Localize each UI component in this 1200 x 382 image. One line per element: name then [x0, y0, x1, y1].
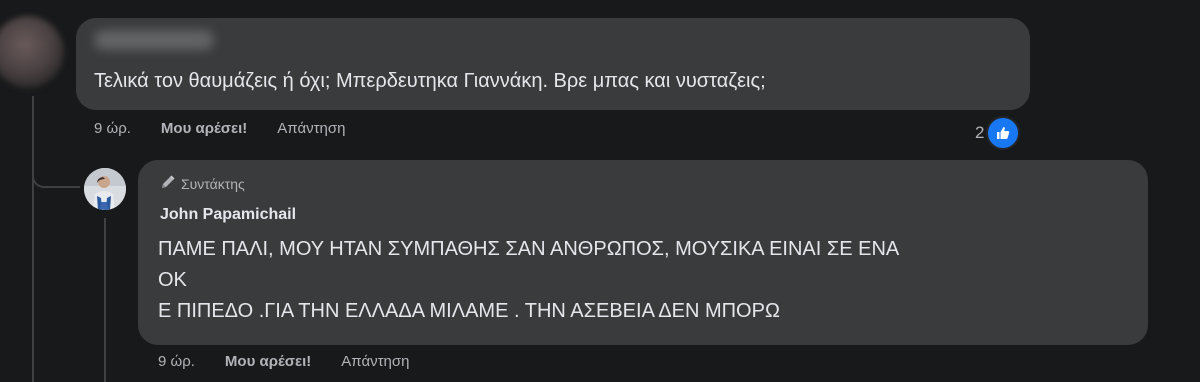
comment-text-line: Ε ΠΙΠΕΔΟ .ΓΙΑ ΤΗΝ ΕΛΛΑΔΑ ΜΙΛΑΜΕ . ΤΗΝ ΑΣ…	[158, 300, 780, 322]
reply-thread-line	[104, 218, 106, 382]
author-badge-label: Συντάκτης	[181, 175, 245, 192]
thread-line	[32, 96, 34, 382]
reply-button[interactable]: Απάντηση	[277, 120, 345, 137]
comment-text: Τελικά τον θαυμάζεις ή όχι; Μπερδευτηκα …	[94, 70, 766, 92]
avatar[interactable]	[84, 168, 126, 210]
comment-text-line: ΟΚ	[158, 269, 187, 291]
author-name[interactable]: John Papamichail	[160, 206, 296, 224]
comment-bubble: Τελικά τον θαυμάζεις ή όχι; Μπερδευτηκα …	[76, 18, 1030, 110]
like-button[interactable]: Μου αρέσει!	[161, 120, 247, 137]
comment-text-line: ΠΑΜΕ ΠΑΛΙ, ΜΟΥ ΗΤΑΝ ΣΥΜΠΑΘΗΣ ΣΑΝ ΑΝΘΡΩΠΟ…	[158, 238, 900, 260]
author-name-blurred[interactable]	[94, 30, 214, 50]
comment-actions: 9 ώρ. Μου αρέσει! Απάντηση	[158, 353, 409, 370]
comment-text: ΠΑΜΕ ΠΑΛΙ, ΜΟΥ ΗΤΑΝ ΣΥΜΠΑΘΗΣ ΣΑΝ ΑΝΘΡΩΠΟ…	[158, 234, 1118, 327]
author-badge: Συντάκτης	[160, 174, 245, 193]
comment-timestamp[interactable]: 9 ώρ.	[94, 120, 131, 137]
thread-connector	[32, 150, 80, 188]
comment-thread: Τελικά τον θαυμάζεις ή όχι; Μπερδευτηκα …	[0, 0, 1200, 382]
reply-button[interactable]: Απάντηση	[341, 353, 409, 370]
like-icon	[986, 116, 1021, 150]
like-button[interactable]: Μου αρέσει!	[225, 353, 311, 370]
pencil-icon	[160, 174, 176, 193]
reaction-count: 2	[975, 123, 985, 142]
avatar[interactable]	[0, 16, 64, 88]
reaction-summary[interactable]: 2	[975, 116, 1021, 150]
comment-bubble: Συντάκτης John Papamichail ΠΑΜΕ ΠΑΛΙ, ΜΟ…	[138, 160, 1148, 345]
comment-actions: 9 ώρ. Μου αρέσει! Απάντηση	[94, 120, 345, 137]
comment-timestamp[interactable]: 9 ώρ.	[158, 353, 195, 370]
